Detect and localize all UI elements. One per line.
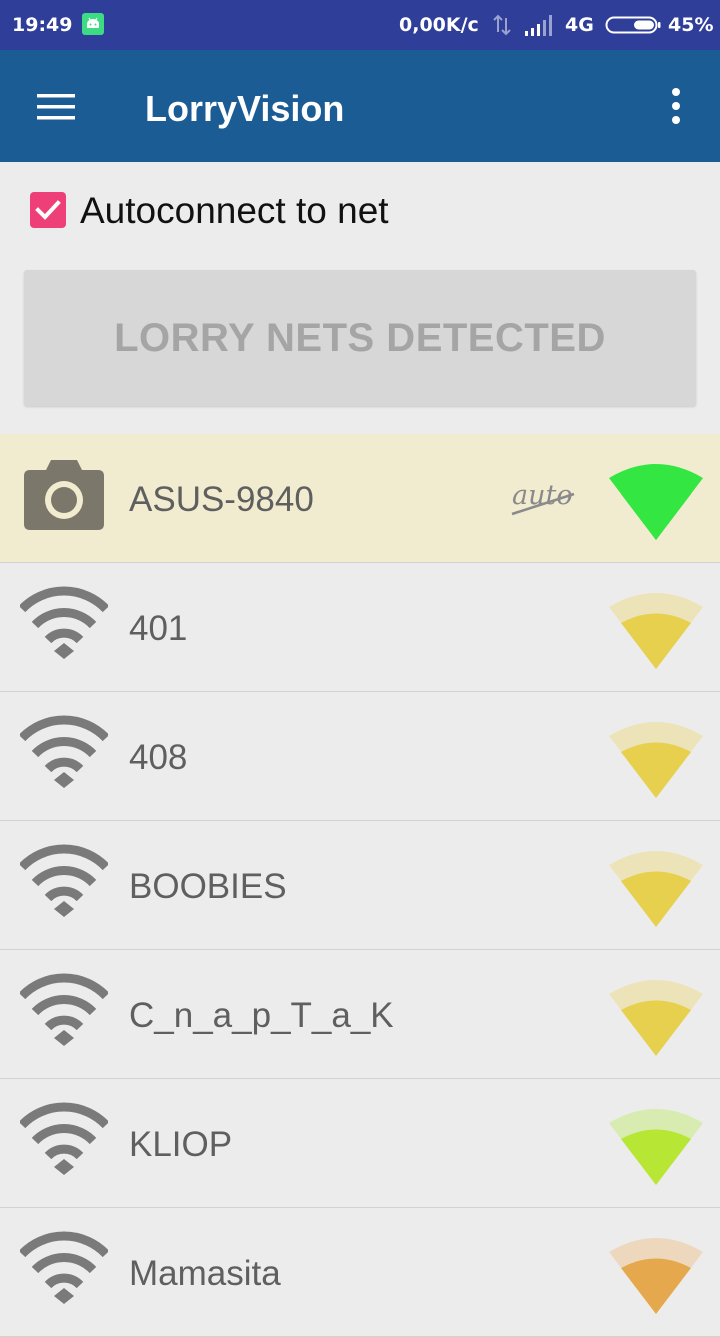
app-title: LorryVision [145, 88, 345, 129]
signal-strength-icon [609, 464, 703, 540]
wifi-icon [20, 586, 108, 659]
autoconnect-label: Autoconnect to net [80, 190, 389, 231]
network-row[interactable]: 408 [0, 692, 720, 821]
signal-strength-icon [609, 1109, 703, 1185]
wifi-icon [20, 973, 108, 1046]
network-speed: 0,00K/c [399, 14, 479, 36]
overflow-icon[interactable] [664, 86, 688, 126]
signal-strength-icon [609, 593, 703, 669]
network-row[interactable]: ASUS-9840 auto [0, 434, 720, 563]
autoconnect-checkbox[interactable] [30, 192, 66, 228]
app-bar: LorryVision [0, 50, 720, 162]
network-name: Mamasita [129, 1254, 281, 1293]
network-row[interactable]: Mamasita [0, 1208, 720, 1337]
signal-strength-icon [609, 1238, 703, 1314]
autoconnect-option[interactable]: Autoconnect to net [28, 190, 628, 232]
detect-button-label: LORRY NETS DETECTED [114, 315, 606, 360]
wifi-icon [20, 1231, 108, 1304]
network-name: KLIOP [129, 1125, 233, 1164]
checkmark-icon [35, 200, 61, 220]
wifi-icon [20, 1102, 108, 1175]
strike-through-line [511, 492, 575, 516]
network-name: 408 [129, 738, 188, 777]
network-list: ASUS-9840 auto 401 408 BOOBIES C_n_a_p_T_a_K K… [0, 434, 720, 1337]
data-arrows-icon [493, 14, 511, 36]
network-name: C_n_a_p_T_a_K [129, 996, 394, 1035]
signal-icon [525, 15, 552, 36]
network-row[interactable]: BOOBIES [0, 821, 720, 950]
wifi-icon [20, 715, 108, 788]
status-bar: 19:49 0,00K/c 4G 45% [0, 0, 720, 50]
signal-strength-icon [609, 722, 703, 798]
battery-icon [605, 16, 661, 34]
signal-strength-icon [609, 980, 703, 1056]
lorry-nets-detected-button[interactable]: LORRY NETS DETECTED [24, 270, 696, 406]
android-icon [82, 13, 104, 35]
network-row[interactable]: C_n_a_p_T_a_K [0, 950, 720, 1079]
wifi-icon [20, 844, 108, 917]
battery-percent: 45% [668, 14, 714, 36]
network-name: ASUS-9840 [129, 480, 314, 519]
network-name: BOOBIES [129, 867, 287, 906]
camera-icon [24, 460, 104, 530]
network-row[interactable]: KLIOP [0, 1079, 720, 1208]
signal-strength-icon [609, 851, 703, 927]
network-row[interactable]: 401 [0, 563, 720, 692]
status-time: 19:49 [12, 14, 73, 36]
menu-icon[interactable] [36, 92, 76, 122]
network-type: 4G [565, 14, 594, 36]
network-name: 401 [129, 609, 188, 648]
